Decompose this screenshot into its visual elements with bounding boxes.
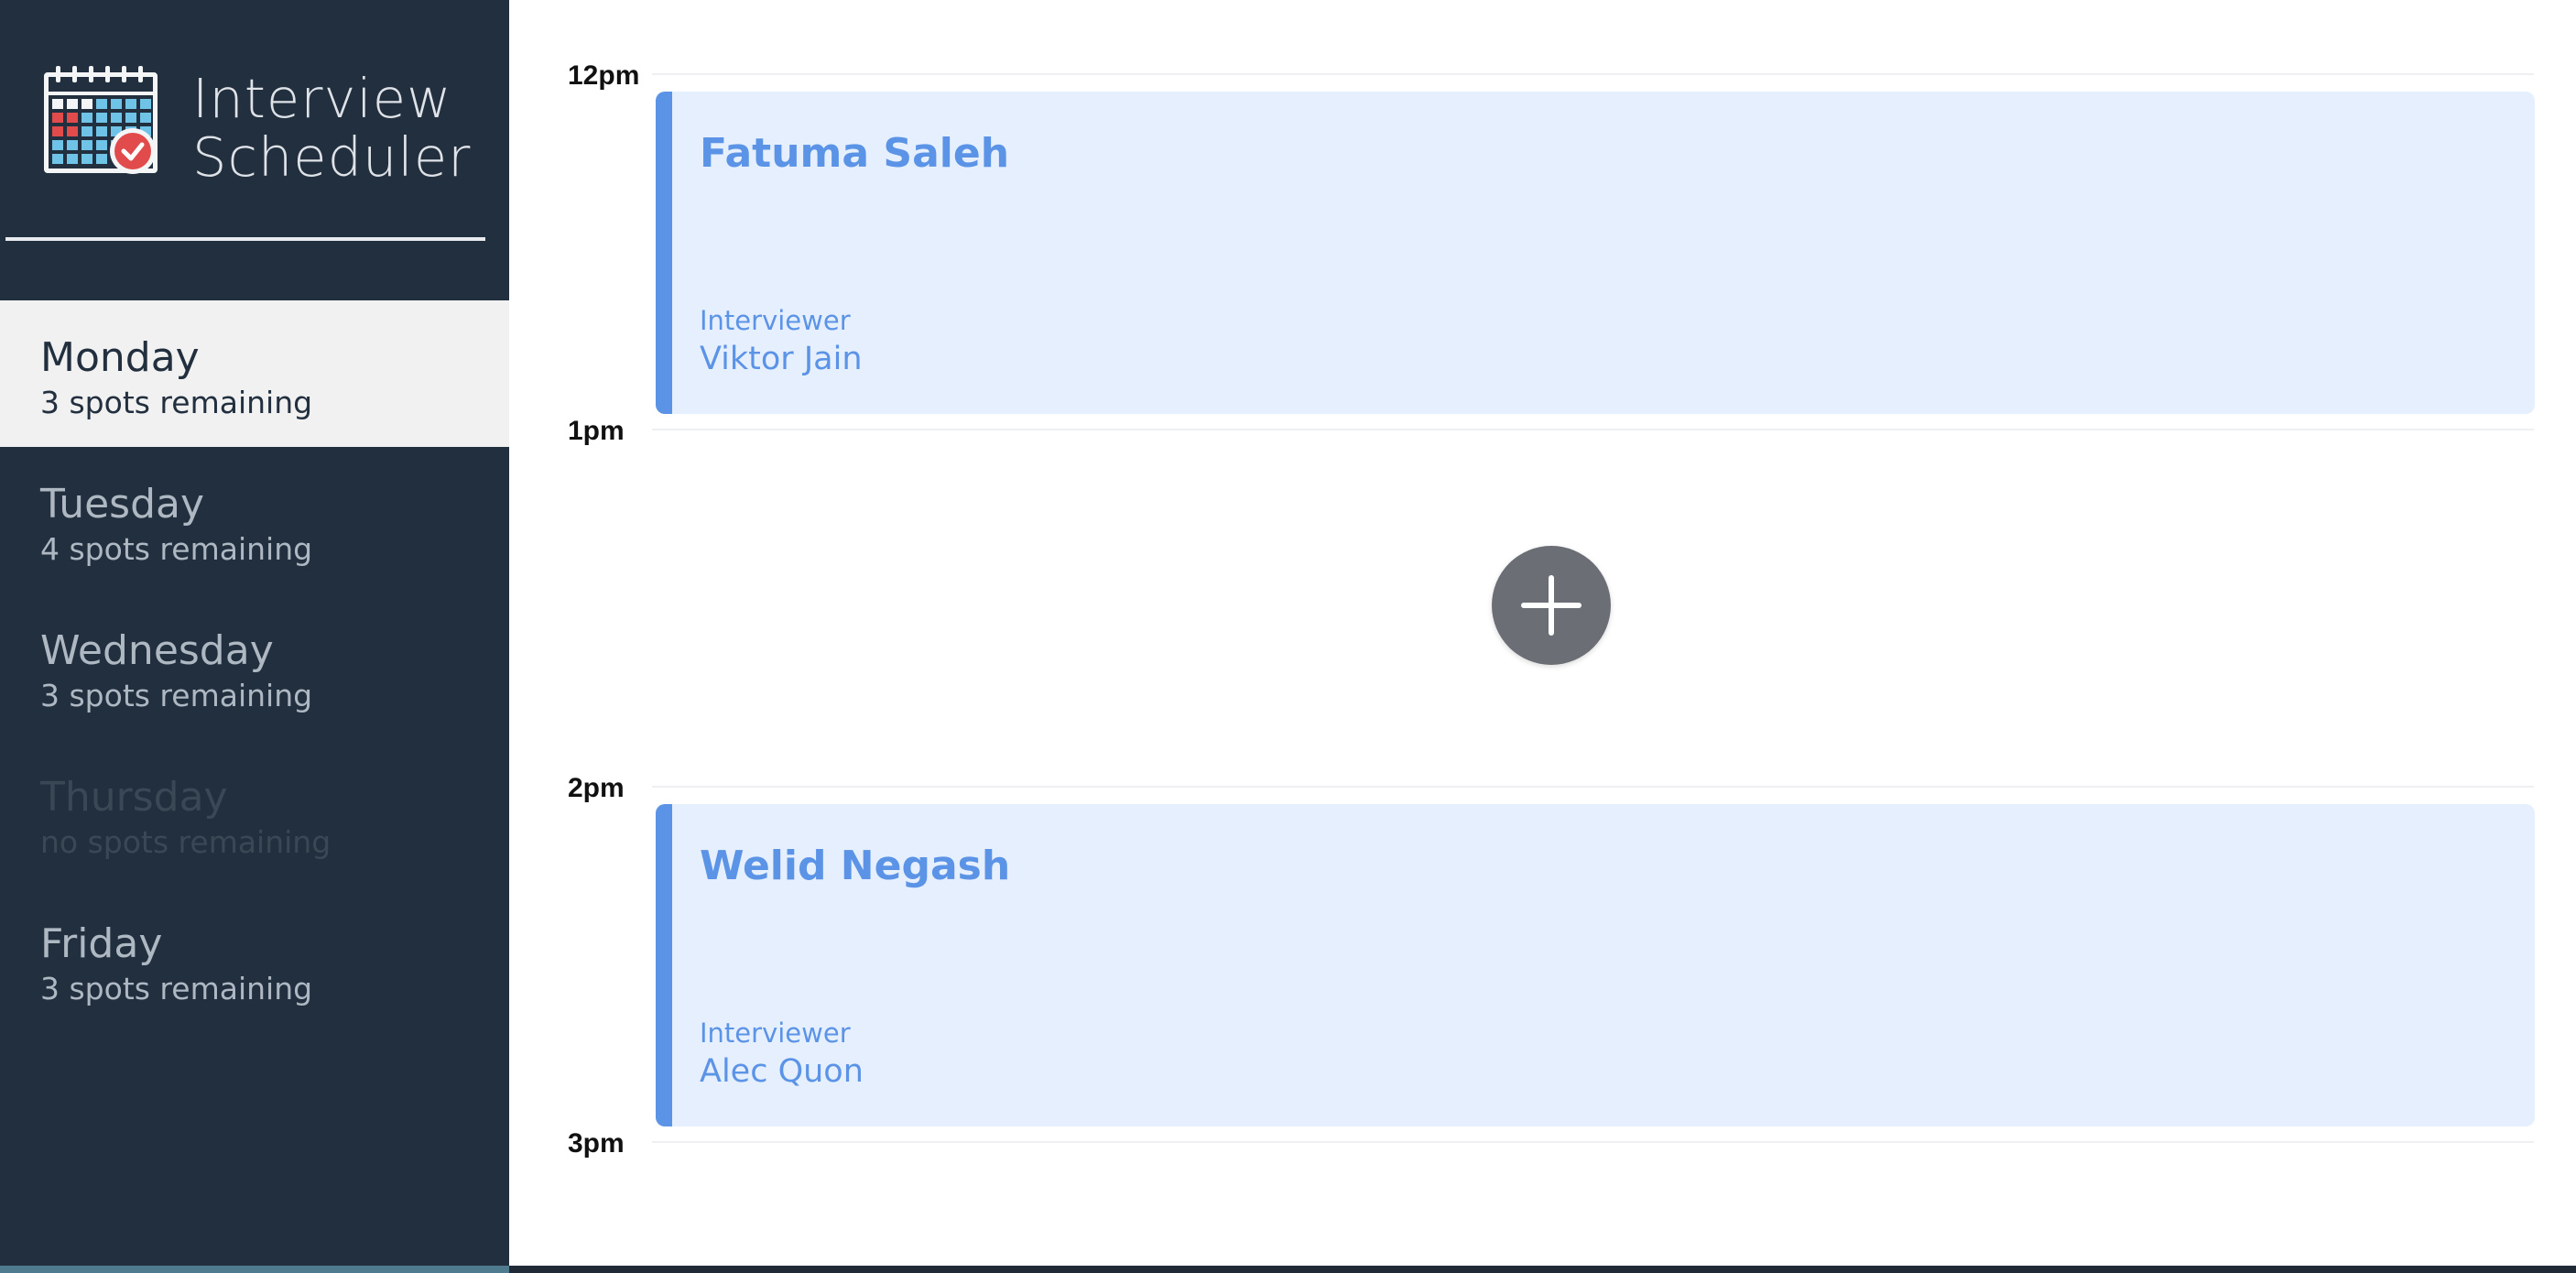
student-name: Fatuma Saleh	[700, 130, 1010, 177]
day-item-tuesday[interactable]: Tuesday 4 spots remaining	[0, 447, 509, 593]
sidebar: Interview Scheduler Monday 3 spots remai…	[0, 0, 509, 1273]
window-bottom-edge	[509, 1266, 2576, 1273]
day-list: Monday 3 spots remaining Tuesday 4 spots…	[0, 300, 509, 1033]
slot-divider	[652, 429, 2534, 430]
time-slot-2pm: 2pm Welid Negash Interviewer Alec Quon	[509, 713, 2576, 1126]
sidebar-divider	[5, 237, 485, 241]
schedule: 12pm Fatuma Saleh Interviewer Viktor Jai…	[509, 0, 2576, 1273]
day-item-wednesday[interactable]: Wednesday 3 spots remaining	[0, 593, 509, 740]
day-item-monday[interactable]: Monday 3 spots remaining	[0, 300, 509, 447]
time-slot-1pm: 1pm	[509, 355, 2576, 713]
day-item-friday[interactable]: Friday 3 spots remaining	[0, 887, 509, 1033]
add-appointment-button[interactable]	[1492, 546, 1611, 665]
time-slot-3pm: 3pm	[509, 1068, 2576, 1273]
slot-divider	[652, 73, 2534, 75]
day-item-thursday[interactable]: Thursday no spots remaining	[0, 740, 509, 887]
slot-time: 12pm	[568, 60, 640, 91]
calendar-check-icon	[44, 66, 158, 174]
app-title-line-2: Scheduler	[192, 125, 472, 189]
slot-time: 1pm	[568, 416, 625, 446]
slot-divider	[652, 786, 2534, 788]
interviewer-label: Interviewer	[700, 1017, 851, 1049]
day-spots: 3 spots remaining	[40, 385, 313, 420]
brand: Interview Scheduler	[41, 64, 481, 187]
day-spots: 3 spots remaining	[40, 971, 313, 1006]
day-name: Thursday	[40, 774, 228, 821]
day-name: Wednesday	[40, 627, 274, 674]
time-slot-12pm: 12pm Fatuma Saleh Interviewer Viktor Jai…	[509, 0, 2576, 414]
day-spots: 4 spots remaining	[40, 531, 313, 567]
slot-divider	[652, 1141, 2534, 1143]
day-name: Friday	[40, 920, 163, 967]
slot-time: 3pm	[568, 1128, 625, 1159]
day-spots: no spots remaining	[40, 824, 332, 860]
student-name: Welid Negash	[700, 843, 1011, 889]
day-spots: 3 spots remaining	[40, 678, 313, 713]
interviewer-label: Interviewer	[700, 305, 851, 336]
app-title: Interview Scheduler	[192, 70, 471, 187]
day-name: Tuesday	[40, 481, 205, 528]
slot-time: 2pm	[568, 773, 625, 803]
app-title-line-1: Interview	[192, 67, 452, 130]
day-name: Monday	[40, 334, 200, 381]
window-bottom-edge	[0, 1266, 509, 1273]
